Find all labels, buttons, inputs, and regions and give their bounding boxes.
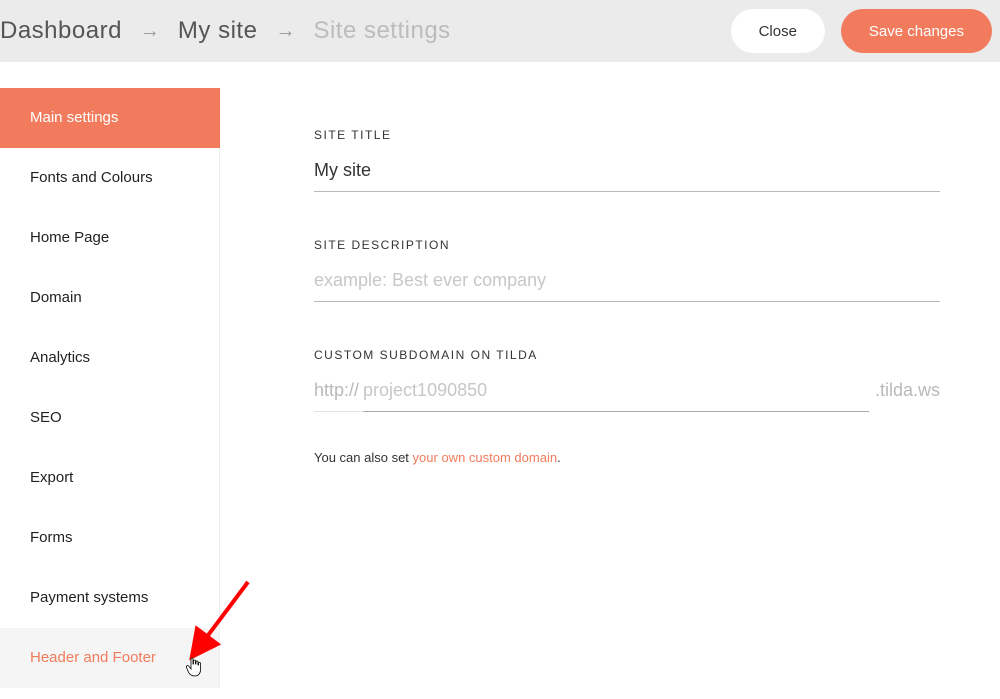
top-bar: Dashboard → My site → Site settings Clos… (0, 0, 1000, 62)
sidebar-item-label: Home Page (30, 229, 109, 246)
subdomain-label: CUSTOM SUBDOMAIN ON TILDA (314, 348, 940, 362)
site-title-input[interactable] (314, 156, 940, 192)
top-bar-actions: Close Save changes (731, 9, 1000, 53)
sidebar-item-forms[interactable]: Forms (0, 508, 220, 568)
breadcrumb-site[interactable]: My site (178, 17, 258, 45)
sidebar-item-export[interactable]: Export (0, 448, 220, 508)
site-title-label: SITE TITLE (314, 128, 940, 142)
sidebar-item-label: Header and Footer (30, 649, 156, 666)
breadcrumb-dashboard[interactable]: Dashboard (0, 17, 122, 45)
site-description-label: SITE DESCRIPTION (314, 238, 940, 252)
sidebar-item-home-page[interactable]: Home Page (0, 208, 220, 268)
settings-content: SITE TITLE SITE DESCRIPTION CUSTOM SUBDO… (220, 88, 1000, 699)
sidebar-item-header-and-footer[interactable]: Header and Footer (0, 628, 220, 688)
field-subdomain: CUSTOM SUBDOMAIN ON TILDA http:// .tilda… (314, 348, 940, 412)
sidebar-item-label: SEO (30, 409, 62, 426)
sidebar-item-domain[interactable]: Domain (0, 268, 220, 328)
helper-lead: You can also set (314, 450, 413, 465)
subdomain-suffix: .tilda.ws (869, 380, 940, 411)
save-changes-button[interactable]: Save changes (841, 9, 992, 53)
sidebar-item-label: Fonts and Colours (30, 169, 153, 186)
sidebar-item-main-settings[interactable]: Main settings (0, 88, 220, 148)
settings-sidebar: Main settings Fonts and Colours Home Page D… (0, 88, 220, 688)
close-button[interactable]: Close (731, 9, 825, 53)
sidebar-item-label: Export (30, 469, 73, 486)
field-site-title: SITE TITLE (314, 128, 940, 192)
arrow-right-icon: → (275, 20, 295, 43)
custom-domain-link[interactable]: your own custom domain (413, 450, 558, 465)
sidebar-item-label: Main settings (30, 109, 118, 126)
sidebar-item-seo[interactable]: SEO (0, 388, 220, 448)
sidebar-item-label: Forms (30, 529, 73, 546)
sidebar-item-label: Domain (30, 289, 82, 306)
arrow-right-icon: → (140, 20, 160, 43)
custom-domain-helper: You can also set your own custom domain. (314, 450, 940, 465)
subdomain-input[interactable] (363, 376, 869, 412)
sidebar-item-payment-systems[interactable]: Payment systems (0, 568, 220, 628)
sidebar-item-analytics[interactable]: Analytics (0, 328, 220, 388)
subdomain-row: http:// .tilda.ws (314, 376, 940, 412)
site-description-input[interactable] (314, 266, 940, 302)
subdomain-prefix: http:// (314, 380, 363, 412)
sidebar-item-fonts-and-colours[interactable]: Fonts and Colours (0, 148, 220, 208)
breadcrumb: Dashboard → My site → Site settings (0, 17, 451, 45)
sidebar-item-label: Payment systems (30, 589, 148, 606)
field-site-description: SITE DESCRIPTION (314, 238, 940, 302)
breadcrumb-current: Site settings (313, 17, 450, 45)
helper-tail: . (557, 450, 561, 465)
sidebar-item-label: Analytics (30, 349, 90, 366)
